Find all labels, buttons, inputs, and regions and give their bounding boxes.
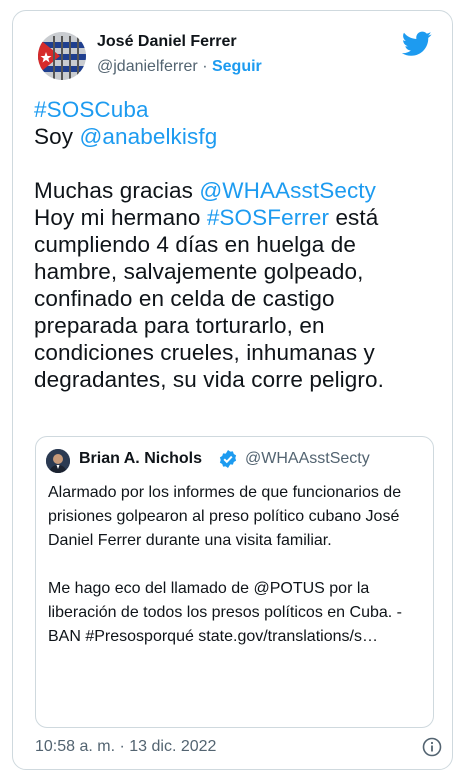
tweet-card[interactable]: José Daniel Ferrer @jdanielferrer · Segu…	[12, 10, 453, 770]
body-text-segment: Hoy mi hermano	[34, 205, 207, 230]
author-handle[interactable]: @jdanielferrer	[97, 58, 198, 75]
quoted-author-name[interactable]: Brian A. Nichols	[79, 450, 202, 468]
mention-link[interactable]: @anabelkisfg	[79, 124, 217, 149]
quoted-author-handle[interactable]: @WHAAsstSecty	[245, 450, 370, 468]
twitter-bird-icon[interactable]	[401, 31, 432, 57]
author-name[interactable]: José Daniel Ferrer	[97, 33, 237, 51]
body-text-segment: Soy	[34, 124, 80, 149]
follow-button[interactable]: Seguir	[212, 58, 262, 75]
author-handle-row: @jdanielferrer · Seguir	[97, 58, 262, 76]
tweet-timestamp[interactable]: 10:58 a. m. · 13 dic. 2022	[35, 738, 216, 756]
body-text-segment: está cumpliendo 4 días en huelga de hamb…	[34, 205, 384, 392]
hashtag-link[interactable]: #SOSFerrer	[207, 205, 329, 230]
info-icon[interactable]	[422, 737, 442, 757]
body-text-segment: Muchas gracias	[34, 178, 200, 203]
quoted-paragraph: Alarmado por los informes de que funcion…	[48, 484, 402, 549]
author-avatar[interactable]	[38, 32, 86, 80]
quoted-tweet[interactable]: Brian A. Nichols @WHAAsstSecty Alarmado …	[35, 436, 434, 728]
separator-dot: ·	[202, 58, 208, 75]
tweet-body: #SOSCuba Soy @anabelkisfg Muchas gracias…	[34, 96, 444, 393]
quoted-paragraph: Me hago eco del llamado de @POTUS por la…	[48, 580, 402, 645]
hashtag-link[interactable]: #SOSCuba	[34, 97, 149, 122]
quoted-tweet-text: Alarmado por los informes de que funcion…	[48, 481, 428, 649]
verified-badge-icon	[218, 449, 238, 469]
quoted-author-avatar[interactable]	[46, 449, 70, 473]
mention-link[interactable]: @WHAAsstSecty	[199, 178, 376, 203]
